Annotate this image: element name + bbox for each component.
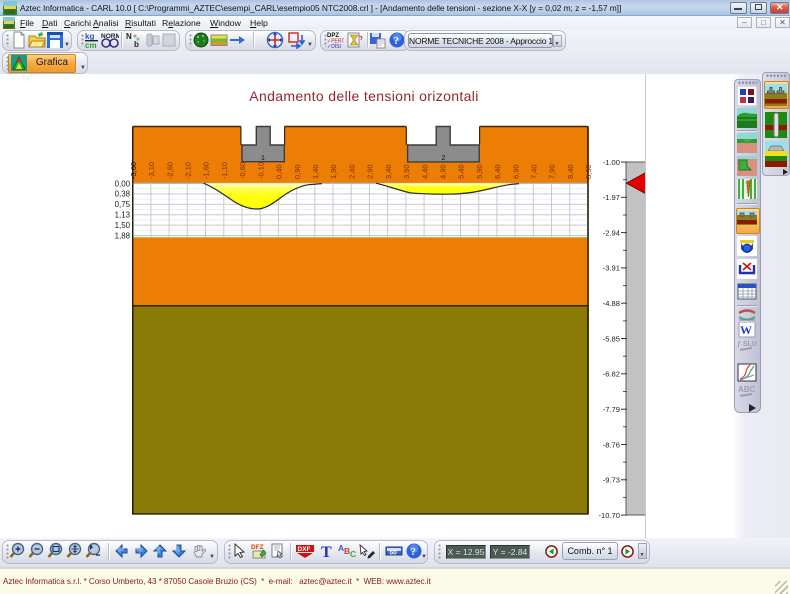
svg-text:-3.91: -3.91 (603, 264, 620, 273)
svg-text:ABC: ABC (738, 385, 756, 394)
svg-text:1,40: 1,40 (311, 164, 320, 179)
svg-text:4,40: 4,40 (420, 164, 429, 179)
svg-text:DFZ: DFZ (251, 544, 264, 551)
svg-text:5,90: 5,90 (475, 164, 484, 179)
svg-text:kg: kg (85, 32, 94, 41)
svg-text:-1.00: -1.00 (603, 158, 620, 167)
svg-text:-4.88: -4.88 (603, 299, 620, 308)
svg-text:4,90: 4,90 (439, 164, 448, 179)
svg-text:50: 50 (390, 550, 398, 557)
svg-text:1,50: 1,50 (115, 221, 131, 230)
svg-text:-6.82: -6.82 (603, 370, 620, 379)
svg-text:6,40: 6,40 (493, 164, 502, 179)
svg-text:-2,60: -2,60 (165, 162, 174, 179)
svg-text:-1,10: -1,10 (220, 162, 229, 179)
svg-text:7,40: 7,40 (530, 164, 539, 179)
svg-text:8,90: 8,90 (584, 164, 593, 179)
svg-text:-1.97: -1.97 (603, 193, 620, 202)
svg-text:-5.85: -5.85 (603, 334, 620, 343)
svg-text:5,40: 5,40 (457, 164, 466, 179)
svg-text:-3,60: -3,60 (129, 162, 138, 179)
svg-text:1,13: 1,13 (115, 211, 131, 220)
svg-text:T: T (321, 544, 332, 560)
svg-text:0,00: 0,00 (115, 179, 131, 188)
svg-text:7,90: 7,90 (548, 164, 557, 179)
svg-text:✓DISI: ✓DISI (327, 44, 341, 49)
svg-text:N: N (126, 32, 132, 41)
svg-text:?: ? (411, 546, 417, 558)
svg-text:cm: cm (85, 41, 97, 49)
svg-text:8,40: 8,40 (566, 164, 575, 179)
svg-text:DXF: DXF (298, 546, 311, 553)
svg-text:-2,10: -2,10 (184, 162, 193, 179)
svg-text:1: 1 (261, 155, 265, 162)
svg-text:-7.79: -7.79 (603, 405, 620, 414)
svg-text:-8.76: -8.76 (603, 440, 620, 449)
svg-text:0,40: 0,40 (275, 164, 284, 179)
svg-text:C: C (350, 549, 356, 559)
svg-text:2: 2 (442, 155, 446, 162)
svg-text:1,90: 1,90 (329, 164, 338, 179)
svg-text:3,40: 3,40 (384, 164, 393, 179)
svg-text:Andamento delle tensioni orizo: Andamento delle tensioni orizontali (249, 88, 478, 104)
svg-text:1,88: 1,88 (115, 231, 131, 240)
svg-text:-0,60: -0,60 (238, 162, 247, 179)
svg-text:-1,60: -1,60 (202, 162, 211, 179)
svg-text:3,90: 3,90 (402, 164, 411, 179)
svg-text:6,90: 6,90 (511, 164, 520, 179)
svg-text:2,40: 2,40 (347, 164, 356, 179)
svg-text:b: b (134, 40, 139, 49)
svg-text:-10.70: -10.70 (598, 511, 620, 520)
svg-text:W: W (740, 323, 752, 337)
svg-text:0,75: 0,75 (115, 200, 131, 209)
svg-text:-2.94: -2.94 (603, 228, 620, 237)
svg-text:ƒ SLU: ƒ SLU (737, 341, 757, 348)
svg-text:2,90: 2,90 (366, 164, 375, 179)
svg-text:0,90: 0,90 (293, 164, 302, 179)
svg-text:-9.73: -9.73 (603, 476, 620, 485)
svg-text:-0,10: -0,10 (256, 162, 265, 179)
svg-text:?: ? (394, 35, 400, 47)
svg-text:0,38: 0,38 (115, 190, 131, 199)
svg-text:-3,10: -3,10 (147, 162, 156, 179)
